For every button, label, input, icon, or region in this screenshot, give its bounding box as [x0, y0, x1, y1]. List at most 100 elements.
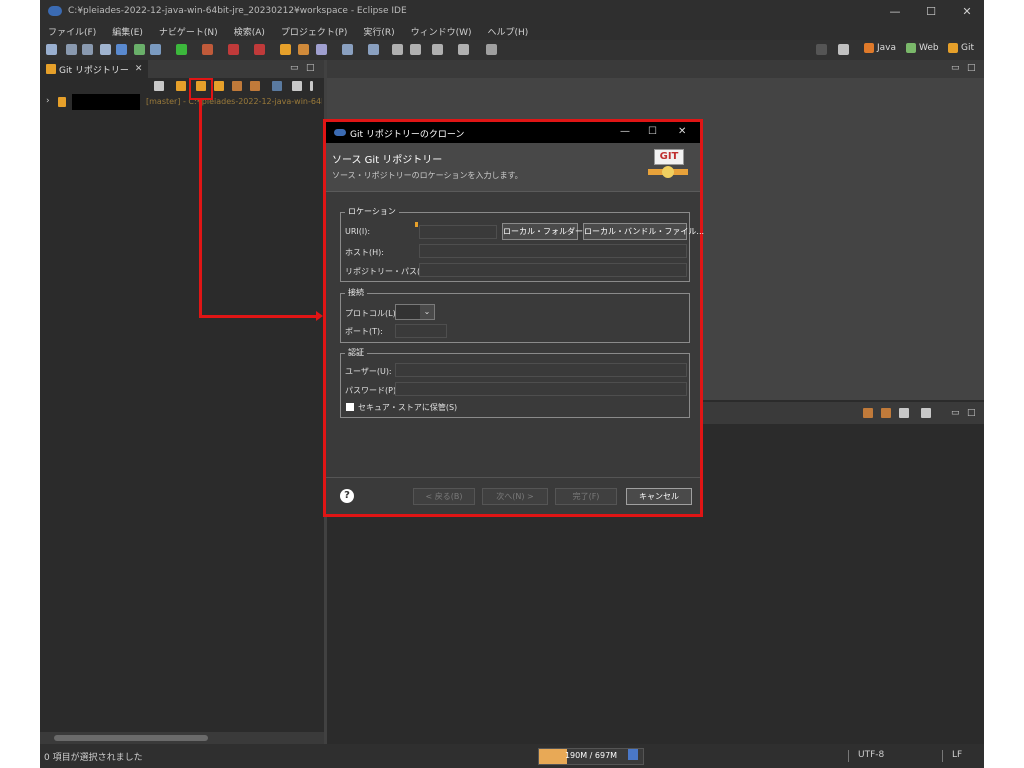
pin-editor-icon[interactable] — [486, 44, 497, 55]
maximize-button[interactable]: ☐ — [914, 0, 948, 22]
coverage-icon[interactable] — [202, 44, 213, 55]
previous-annotation-icon[interactable] — [410, 44, 421, 55]
debug-icon[interactable] — [150, 44, 161, 55]
eclipse-icon — [48, 6, 62, 16]
minimize-bottom-icon[interactable]: ▭ — [951, 408, 960, 418]
repository-tree-item[interactable]: › [master] - C:¥pleiades-2022-12-java-wi… — [40, 94, 324, 110]
dialog-minimize-button[interactable]: — — [620, 126, 630, 137]
bottom-push-icon[interactable] — [881, 408, 891, 418]
menu-file[interactable]: ファイル(F) — [48, 25, 96, 38]
garbage-collect-icon[interactable] — [628, 749, 638, 760]
minimize-editor-icon[interactable]: ▭ — [951, 63, 960, 73]
maximize-bottom-icon[interactable]: □ — [967, 408, 976, 418]
back-button[interactable]: < 戻る(B) — [413, 488, 475, 505]
git-logo-icon: GIT — [648, 149, 696, 187]
dialog-title: Git リポジトリーのクローン — [350, 130, 465, 140]
open-perspective-icon[interactable] — [838, 44, 849, 55]
menu-navigate[interactable]: ナビゲート(N) — [159, 25, 218, 38]
uri-label: URI(I): — [345, 227, 371, 236]
protocol-select[interactable]: ⌄ — [395, 304, 435, 320]
dialog-close-button[interactable]: ✕ — [678, 126, 686, 137]
expand-arrow-icon[interactable]: › — [46, 96, 50, 106]
local-bundle-file-button[interactable]: ローカル・バンドル・ファイル... — [583, 223, 704, 240]
menu-search[interactable]: 検索(A) — [234, 25, 265, 38]
new-java-project-icon[interactable] — [280, 44, 291, 55]
clone-repository-dialog: Git リポジトリーのクローン — ☐ ✕ ソース Git リポジトリー ソース… — [323, 119, 704, 517]
maximize-view-icon[interactable]: □ — [306, 63, 315, 73]
location-group: ロケーション URI(I): ローカル・フォルダー... ローカル・バンドル・フ… — [340, 206, 704, 282]
back-icon[interactable] — [432, 44, 443, 55]
push-icon[interactable] — [250, 81, 260, 91]
run-icon[interactable] — [176, 44, 187, 55]
create-repository-icon[interactable] — [214, 81, 224, 91]
tab-git-repositories[interactable]: Git リポジトリー ✕ — [40, 60, 149, 78]
cancel-button[interactable]: キャンセル — [626, 488, 692, 505]
menu-project[interactable]: プロジェクト(P) — [281, 25, 347, 38]
menu-window[interactable]: ウィンドウ(W) — [411, 25, 472, 38]
minimize-button[interactable]: — — [878, 0, 912, 22]
bottom-layout-icon[interactable] — [921, 408, 931, 418]
bottom-compare-icon[interactable] — [899, 408, 909, 418]
new-icon[interactable] — [46, 44, 57, 55]
dialog-maximize-button[interactable]: ☐ — [648, 126, 657, 137]
new-package-icon[interactable] — [298, 44, 309, 55]
save-icon[interactable] — [66, 44, 77, 55]
git-repositories-icon — [46, 64, 56, 74]
server-icon[interactable] — [254, 44, 265, 55]
debug-target-icon[interactable] — [116, 44, 127, 55]
redacted-repository-name — [72, 94, 140, 110]
menu-bar: ファイル(F) 編集(E) ナビゲート(N) 検索(A) プロジェクト(P) 実… — [40, 22, 984, 40]
perspective-git[interactable]: Git — [948, 43, 974, 53]
maximize-editor-icon[interactable]: □ — [967, 63, 976, 73]
skip-breakpoints-icon[interactable] — [134, 44, 145, 55]
uri-input[interactable] — [419, 225, 497, 239]
next-button[interactable]: 次へ(N) > — [482, 488, 548, 505]
search-icon[interactable] — [816, 44, 827, 55]
finish-button[interactable]: 完了(F) — [555, 488, 617, 505]
password-input[interactable] — [395, 382, 687, 396]
secure-store-label[interactable]: セキュア・ストアに保管(S) — [358, 402, 457, 413]
next-annotation-icon[interactable] — [392, 44, 403, 55]
external-tools-icon[interactable] — [228, 44, 239, 55]
repository-path-input[interactable] — [419, 263, 687, 277]
minimize-view-icon[interactable]: ▭ — [290, 63, 299, 73]
dialog-title-bar: Git リポジトリーのクローン — ☐ ✕ — [326, 122, 700, 143]
open-type-icon[interactable] — [342, 44, 353, 55]
port-input[interactable] — [395, 324, 447, 338]
annotation-arrowhead-icon — [316, 311, 323, 321]
search-toolbar-icon[interactable] — [368, 44, 379, 55]
horizontal-scrollbar[interactable] — [40, 732, 324, 744]
host-label: ホスト(H): — [345, 248, 384, 257]
perspective-web[interactable]: Web — [906, 43, 939, 53]
perspective-java[interactable]: Java — [864, 43, 896, 53]
secure-store-checkbox[interactable] — [346, 403, 354, 411]
window-title: C:¥pleiades-2022-12-java-win-64bit-jre_2… — [68, 6, 407, 16]
tab-close-icon[interactable]: ✕ — [135, 64, 143, 74]
add-existing-repo-icon[interactable] — [176, 81, 186, 91]
menu-run[interactable]: 実行(R) — [363, 25, 394, 38]
terminal-icon[interactable] — [100, 44, 111, 55]
view-menu-icon[interactable] — [310, 81, 313, 91]
close-button[interactable]: ✕ — [950, 0, 984, 22]
encoding-status[interactable]: UTF-8 — [858, 750, 884, 760]
bottom-fetch-icon[interactable] — [863, 408, 873, 418]
git-perspective-icon — [948, 43, 958, 53]
help-icon[interactable]: ? — [340, 489, 354, 503]
editor-tab-bar: ▭ □ — [327, 60, 984, 78]
save-all-icon[interactable] — [82, 44, 93, 55]
link-with-selection-icon[interactable] — [272, 81, 282, 91]
line-ending-status[interactable]: LF — [952, 750, 962, 760]
filter-icon[interactable] — [292, 81, 302, 91]
annotate-icon[interactable] — [316, 44, 327, 55]
collapse-all-icon[interactable] — [154, 81, 164, 91]
menu-help[interactable]: ヘルプ(H) — [488, 25, 529, 38]
local-folder-button[interactable]: ローカル・フォルダー... — [502, 223, 591, 240]
fetch-icon[interactable] — [232, 81, 242, 91]
host-input[interactable] — [419, 244, 687, 258]
menu-edit[interactable]: 編集(E) — [112, 25, 143, 38]
user-input[interactable] — [395, 363, 687, 377]
clone-button-highlight — [189, 78, 213, 100]
scrollbar-thumb[interactable] — [54, 735, 208, 741]
protocol-label: プロトコル(L): — [345, 309, 399, 318]
forward-icon[interactable] — [458, 44, 469, 55]
